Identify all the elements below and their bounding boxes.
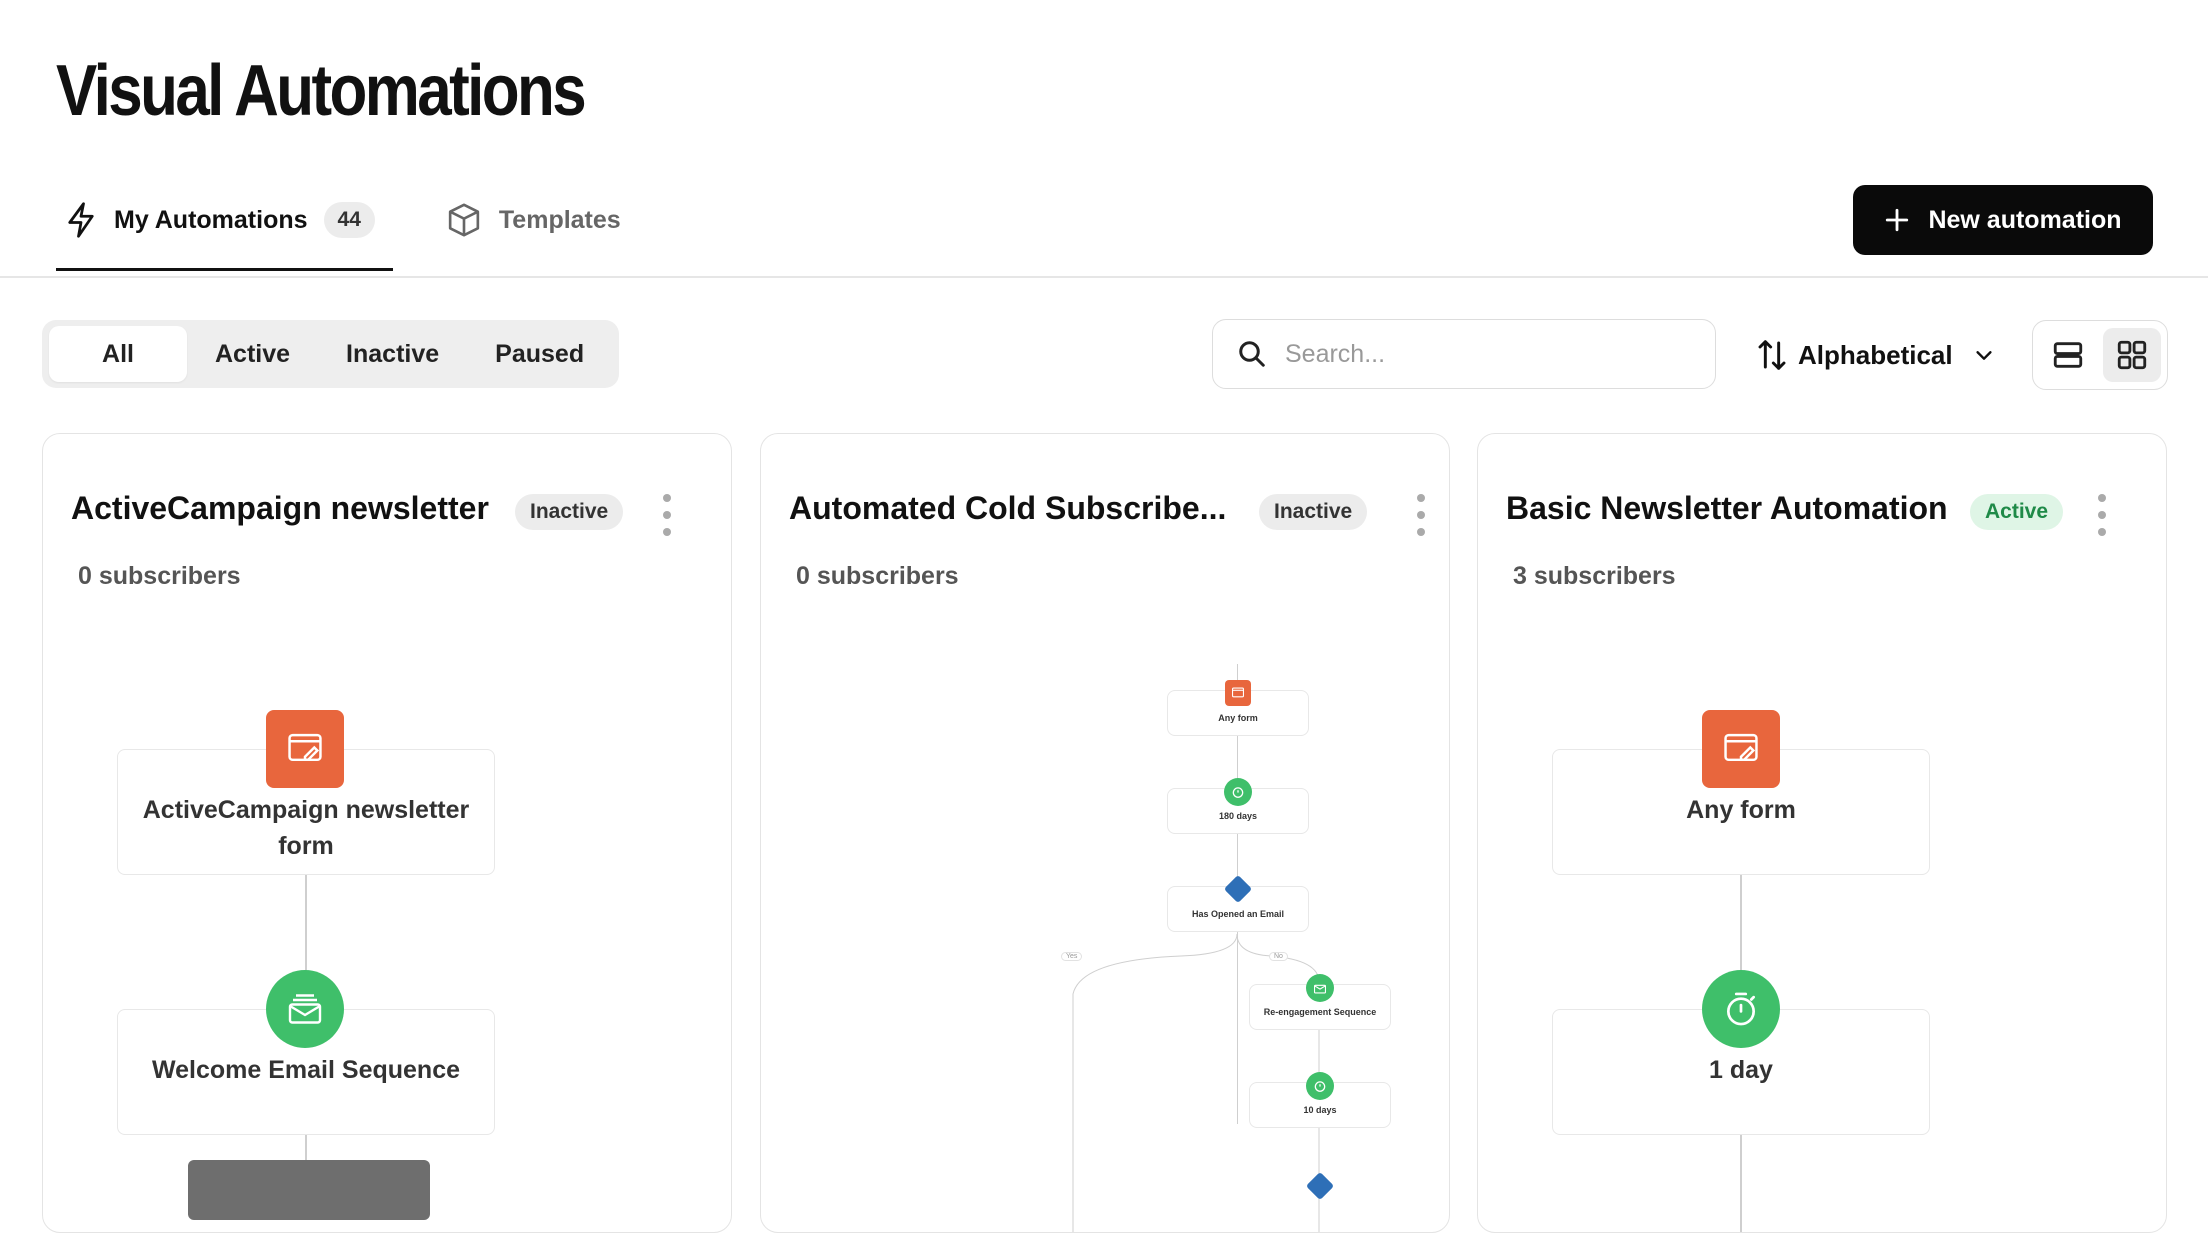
tab-divider [0, 276, 2208, 278]
plus-icon [1886, 208, 1909, 232]
subscriber-count: 0 subscribers [78, 562, 241, 590]
grid-view-icon [2117, 340, 2147, 370]
flow-connector [305, 875, 307, 925]
node-label: ActiveCampaign newsletter form [142, 796, 470, 860]
search-box [1212, 319, 1716, 389]
page-title: Visual Automations [56, 51, 587, 131]
sort-label: Alphabetical [1798, 339, 1953, 370]
tab-my-automations[interactable]: My Automations 44 [56, 172, 393, 271]
email-sequence-icon [1306, 974, 1334, 1002]
flow-connector [305, 925, 307, 971]
chevron-down-icon [1975, 351, 1992, 360]
node-label: Any form [1218, 713, 1258, 723]
sort-arrows-icon [1758, 340, 1786, 370]
flow-node-more[interactable] [188, 1160, 430, 1220]
status-badge: Active [1970, 494, 2064, 530]
card-title: ActiveCampaign newsletter [71, 490, 489, 526]
filter-paused[interactable]: Paused [467, 326, 612, 382]
form-icon [266, 710, 344, 788]
card-title: Basic Newsletter Automation [1506, 490, 1948, 526]
form-icon [1225, 680, 1251, 706]
email-sequence-icon [266, 970, 344, 1048]
automation-card[interactable]: ActiveCampaign newsletter Inactive 0 sub… [42, 433, 732, 1233]
lightning-icon [68, 202, 94, 238]
view-toggle [2032, 320, 2168, 390]
node-label: 1 day [1709, 1056, 1773, 1084]
list-view-button[interactable] [2039, 328, 2097, 382]
flow-connector [1740, 875, 1742, 971]
filter-inactive[interactable]: Inactive [318, 326, 467, 382]
new-automation-button[interactable]: New automation [1853, 185, 2153, 255]
branch-yes-label: Yes [1061, 952, 1083, 961]
list-view-icon [2053, 342, 2083, 368]
timer-icon [1702, 970, 1780, 1048]
node-label: Any form [1686, 796, 1796, 824]
subscriber-count: 3 subscribers [1513, 562, 1676, 590]
automation-count-badge: 44 [323, 202, 375, 238]
node-label: 180 days [1218, 811, 1258, 821]
card-menu-button[interactable] [657, 490, 677, 540]
node-label: 10 days [1303, 1105, 1337, 1115]
search-icon [1239, 341, 1265, 367]
filter-all[interactable]: All [49, 326, 187, 382]
node-label: Welcome Email Sequence [152, 1056, 460, 1084]
node-label: Re-engagement Sequence [1263, 1007, 1377, 1017]
tab-templates[interactable]: Templates [437, 172, 631, 268]
form-icon [1702, 710, 1780, 788]
tab-my-automations-label: My Automations [114, 205, 308, 234]
new-automation-label: New automation [1928, 205, 2122, 234]
tab-templates-label: Templates [498, 205, 621, 234]
sort-dropdown[interactable]: Alphabetical [1756, 330, 2005, 380]
grid-view-button[interactable] [2103, 328, 2161, 382]
node-label: Has Opened an Email [1191, 909, 1285, 919]
branch-no-label: No [1269, 952, 1288, 961]
automation-card[interactable]: Automated Cold Subscribe... Inactive 0 s… [760, 433, 1450, 1233]
timer-icon [1224, 778, 1252, 806]
card-menu-button[interactable] [2092, 490, 2112, 540]
box-icon [448, 203, 480, 237]
status-badge: Inactive [515, 494, 624, 530]
filter-active[interactable]: Active [187, 326, 318, 382]
status-filter-group: All Active Inactive Paused [42, 320, 620, 388]
search-input[interactable] [1283, 338, 1687, 370]
timer-icon [1306, 1072, 1334, 1100]
tab-bar: My Automations 44 Templates [56, 172, 631, 276]
flow-connector [1740, 1135, 1742, 1232]
automation-card[interactable]: Basic Newsletter Automation Active 3 sub… [1477, 433, 2167, 1233]
